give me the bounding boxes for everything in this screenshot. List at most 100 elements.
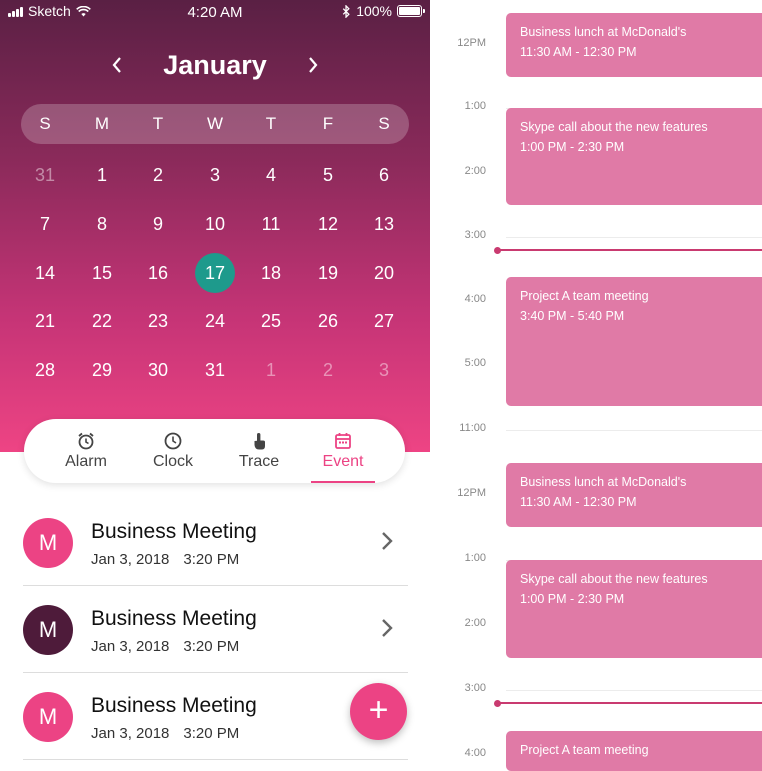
- calendar-day[interactable]: 28: [23, 348, 67, 392]
- calendar-day[interactable]: 2: [306, 348, 350, 392]
- divider: [23, 585, 408, 586]
- current-time-line: [496, 702, 762, 704]
- timeline-hour-label: 3:00: [464, 229, 486, 241]
- calendar-day[interactable]: 19: [306, 251, 350, 295]
- tab-trace[interactable]: Trace: [233, 419, 285, 483]
- calendar-day[interactable]: 12: [306, 202, 350, 246]
- calendar-day[interactable]: 23: [136, 299, 180, 343]
- tab-event[interactable]: Event: [311, 419, 375, 483]
- timeline-hour-label: 5:00: [464, 357, 486, 369]
- avatar: M: [23, 605, 73, 655]
- status-right: 100%: [342, 3, 425, 19]
- calendar-day[interactable]: 3: [193, 153, 237, 197]
- timeline-event[interactable]: Business lunch at McDonald's 11:30 AM - 1…: [506, 463, 762, 527]
- timeline-event[interactable]: Project A team meeting: [506, 731, 762, 771]
- event-date: Jan 3, 2018: [91, 638, 170, 655]
- event-meta: Jan 3, 2018 3:20 PM: [91, 725, 239, 742]
- event-date: Jan 3, 2018: [91, 551, 170, 568]
- tab-label: Trace: [238, 453, 280, 470]
- list-item[interactable]: M Business Meeting Jan 3, 2018 3:20 PM: [0, 587, 430, 673]
- calendar-day[interactable]: 13: [362, 202, 406, 246]
- weekday-label: S: [378, 114, 390, 133]
- current-time-dot: [494, 700, 501, 707]
- calendar-day[interactable]: 31: [23, 153, 67, 197]
- calendar-day[interactable]: 1: [249, 348, 293, 392]
- event-date: Jan 3, 2018: [91, 725, 170, 742]
- timeline-event-time: 1:00 PM - 2:30 PM: [520, 592, 625, 606]
- calendar-day[interactable]: 6: [362, 153, 406, 197]
- list-item[interactable]: M Business Meeting Jan 3, 2018 3:20 PM: [0, 500, 430, 586]
- timeline-event[interactable]: Skype call about the new features 1:00 PM…: [506, 560, 762, 658]
- chevron-right-icon[interactable]: [380, 617, 400, 643]
- calendar-day[interactable]: 8: [80, 202, 124, 246]
- calendar-week-row: 28 29 30 31 1 2 3: [0, 348, 430, 392]
- calendar-day[interactable]: 4: [249, 153, 293, 197]
- tab-label: Clock: [152, 453, 193, 470]
- battery-icon: [397, 5, 425, 17]
- timeline-hour-label: 11:00: [459, 422, 486, 434]
- calendar-day-selected[interactable]: 17: [193, 251, 237, 295]
- calendar-day[interactable]: 25: [249, 299, 293, 343]
- current-time-line: [496, 249, 762, 251]
- calendar-day[interactable]: 18: [249, 251, 293, 295]
- alarm-icon: [78, 432, 94, 450]
- next-month-button[interactable]: [300, 52, 326, 78]
- month-navigation: January: [0, 48, 430, 84]
- calendar-day[interactable]: 16: [136, 251, 180, 295]
- event-time: 3:20 PM: [183, 725, 240, 742]
- timeline-hour-label: 4:00: [464, 293, 486, 305]
- month-title: January: [163, 50, 267, 80]
- timeline-event-title: Skype call about the new features: [520, 572, 708, 586]
- calendar-week-row: 7 8 9 10 11 12 13: [0, 202, 430, 246]
- timeline-event-title: Skype call about the new features: [520, 120, 708, 134]
- event-time: 3:20 PM: [183, 638, 240, 655]
- calendar-day[interactable]: 15: [80, 251, 124, 295]
- calendar-day[interactable]: 30: [136, 348, 180, 392]
- chevron-right-icon[interactable]: [380, 530, 400, 556]
- chevron-right-icon: [309, 57, 318, 73]
- clock-icon: [164, 432, 182, 450]
- calendar-day[interactable]: 24: [193, 299, 237, 343]
- battery-percent: 100%: [356, 3, 392, 19]
- calendar-day[interactable]: 11: [249, 202, 293, 246]
- calendar-day[interactable]: 26: [306, 299, 350, 343]
- timeline-event[interactable]: Project A team meeting 3:40 PM - 5:40 PM: [506, 277, 762, 406]
- timeline-hour-label: 12PM: [457, 37, 486, 49]
- calendar-day[interactable]: 5: [306, 153, 350, 197]
- calendar-day[interactable]: 1: [80, 153, 124, 197]
- calendar-day[interactable]: 3: [362, 348, 406, 392]
- calendar-day[interactable]: 2: [136, 153, 180, 197]
- calendar-day[interactable]: 9: [136, 202, 180, 246]
- weekday-label: M: [94, 114, 110, 133]
- timeline-hour-label: 2:00: [464, 165, 486, 177]
- timeline-hour-label: 1:00: [464, 552, 486, 564]
- calendar-day[interactable]: 7: [23, 202, 67, 246]
- calendar-day[interactable]: 31: [193, 348, 237, 392]
- calendar-day[interactable]: 20: [362, 251, 406, 295]
- day-timeline: 12PM 1:00 2:00 3:00 4:00 5:00 11:00 12PM 1:00 2:0…: [430, 0, 762, 771]
- timeline-hour-label: 4:00: [464, 747, 486, 759]
- event-meta: Jan 3, 2018 3:20 PM: [91, 638, 239, 655]
- bluetooth-icon: [342, 4, 350, 18]
- calendar-day[interactable]: 10: [193, 202, 237, 246]
- timeline-event[interactable]: Business lunch at McDonald's 11:30 AM - 1…: [506, 13, 762, 77]
- tab-alarm[interactable]: Alarm: [60, 419, 112, 483]
- calendar-day[interactable]: 27: [362, 299, 406, 343]
- tab-label: Alarm: [65, 453, 107, 470]
- tab-clock[interactable]: Clock: [147, 419, 199, 483]
- calendar-day[interactable]: 22: [80, 299, 124, 343]
- calendar-week-row: 31 1 2 3 4 5 6: [0, 153, 430, 197]
- timeline-event-title: Business lunch at McDonald's: [520, 25, 687, 39]
- current-time-dot: [494, 247, 501, 254]
- calendar-day[interactable]: 14: [23, 251, 67, 295]
- timeline-hour-line: [506, 430, 762, 431]
- calendar-day[interactable]: 29: [80, 348, 124, 392]
- timeline-hour-label: 1:00: [464, 100, 486, 112]
- calendar-day[interactable]: 21: [23, 299, 67, 343]
- timeline-event-time: 3:40 PM - 5:40 PM: [520, 309, 625, 323]
- calendar-week-row: 21 22 23 24 25 26 27: [0, 299, 430, 343]
- event-title: Business Meeting: [91, 520, 257, 543]
- timeline-event[interactable]: Skype call about the new features 1:00 PM…: [506, 108, 762, 205]
- add-event-button[interactable]: +: [350, 683, 407, 740]
- status-bar: Sketch 4:20 AM 100%: [0, 0, 430, 22]
